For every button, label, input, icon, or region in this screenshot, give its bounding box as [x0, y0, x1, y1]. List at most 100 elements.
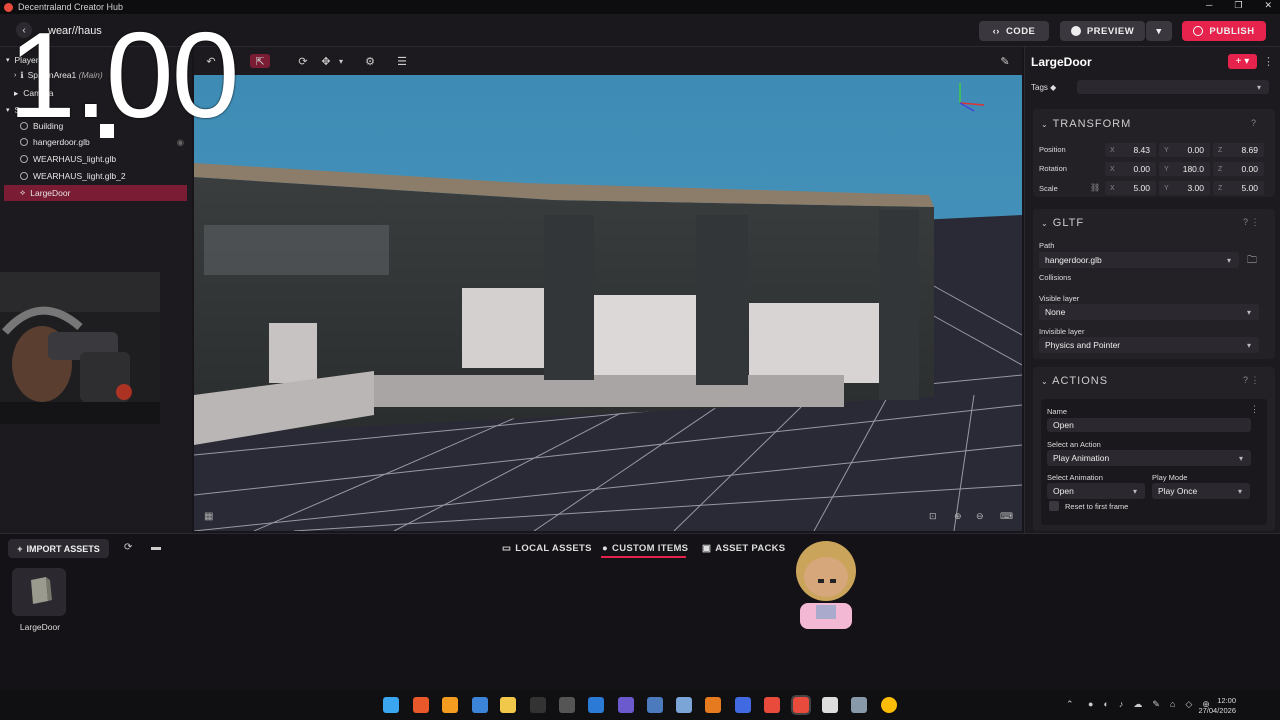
clock-time: 12:00 — [1217, 696, 1236, 705]
path-select[interactable]: hangerdoor.glb ▾ — [1039, 252, 1239, 268]
file-explorer-icon[interactable] — [500, 697, 516, 713]
invisible-layer-label: Invisible layer — [1039, 327, 1085, 336]
focus-icon[interactable]: ⊡ — [929, 511, 937, 522]
chrome-icon[interactable] — [881, 697, 897, 713]
tree-label: WEARHAUS_light.glb_2 — [33, 171, 126, 181]
asset-tile[interactable] — [12, 568, 66, 616]
rotation-y-input[interactable]: Y 180.0 — [1159, 162, 1210, 176]
action-type-select[interactable]: Play Animation ▾ — [1047, 450, 1251, 466]
move-tool-icon[interactable]: ✥ — [318, 54, 334, 68]
actions-title[interactable]: ⌄ ACTIONS — [1041, 375, 1108, 387]
action-name-input[interactable]: Open — [1047, 418, 1251, 432]
entity-name: LargeDoor — [1031, 55, 1092, 69]
scale-y-input[interactable]: Y 3.00 — [1159, 181, 1210, 195]
rotate-tool-icon[interactable]: ⟳ — [295, 54, 311, 68]
tray-chevron-icon[interactable]: ⌃ — [1066, 699, 1074, 710]
terminal-icon[interactable] — [559, 697, 575, 713]
pencil-icon[interactable]: ✎ — [997, 54, 1013, 68]
webcam-overlay — [0, 272, 160, 424]
link-scale-icon[interactable]: ⛓ — [1090, 183, 1100, 192]
inspector-panel: LargeDoor + ▾ ⋮ Tags ◆ ▾ ⌄ TRANSFORM ? P… — [1024, 47, 1280, 533]
folder-open-icon[interactable]: 🗀 — [1247, 253, 1257, 270]
position-z-input[interactable]: Z 8.69 — [1213, 143, 1264, 157]
gear-icon[interactable]: ⚙ — [362, 54, 378, 68]
tree-item-light-1[interactable]: WEARHAUS_light.glb — [0, 151, 192, 167]
blender-icon[interactable] — [705, 697, 721, 713]
maximize-button[interactable]: ❐ — [1234, 0, 1242, 11]
tab-asset-packs[interactable]: ▣ ASSET PACKS — [702, 543, 785, 554]
publish-icon — [1193, 26, 1204, 36]
help-icon[interactable]: ? ⋮ — [1243, 217, 1260, 228]
select-animation-label: Select Animation — [1047, 473, 1103, 482]
plus-icon: + — [17, 543, 23, 554]
tree-item-largedoor[interactable]: ⟡ LargeDoor — [4, 185, 187, 201]
code-icon: ‹› — [992, 25, 1000, 37]
vscode-icon[interactable] — [588, 697, 604, 713]
transform-title[interactable]: ⌄ TRANSFORM — [1041, 118, 1131, 130]
visible-layer-select[interactable]: None ▾ — [1039, 304, 1259, 320]
tree-item-light-2[interactable]: WEARHAUS_light.glb_2 — [0, 168, 192, 184]
publish-label: PUBLISH — [1209, 25, 1255, 37]
tab-local-assets[interactable]: ▭ LOCAL ASSETS — [502, 543, 592, 554]
notepad-icon[interactable] — [530, 697, 546, 713]
app-icon[interactable] — [851, 697, 867, 713]
keyboard-icon[interactable]: ⌨ — [1000, 511, 1013, 522]
preview-label: PREVIEW — [1086, 25, 1135, 37]
rotation-x-input[interactable]: X 0.00 — [1105, 162, 1156, 176]
position-x-input[interactable]: X 8.43 — [1105, 143, 1156, 157]
animation-select[interactable]: Open ▾ — [1047, 483, 1145, 499]
app-icon[interactable] — [735, 697, 751, 713]
close-window-button[interactable]: ✕ — [1264, 0, 1272, 11]
app-icon[interactable] — [764, 697, 780, 713]
search-app-icon[interactable] — [442, 697, 458, 713]
zoom-out-icon[interactable]: ⊖ — [976, 511, 984, 522]
rotation-label: Rotation — [1039, 164, 1067, 173]
white-square — [100, 124, 114, 138]
help-icon[interactable]: ? ⋮ — [1243, 375, 1260, 386]
code-button[interactable]: ‹› CODE — [979, 21, 1049, 41]
scale-z-input[interactable]: Z 5.00 — [1213, 181, 1264, 195]
select-tool-icon[interactable]: ⇱ — [250, 54, 270, 68]
app-icon[interactable] — [676, 697, 692, 713]
app-icon[interactable] — [472, 697, 488, 713]
folder-icon: ▭ — [502, 543, 512, 554]
position-y-input[interactable]: Y 0.00 — [1159, 143, 1210, 157]
door-icon: ⟡ — [20, 188, 26, 197]
tool-dropdown-icon[interactable]: ▾ — [336, 54, 346, 68]
scale-x-input[interactable]: X 5.00 — [1105, 181, 1156, 195]
preview-button[interactable]: PREVIEW — [1060, 21, 1145, 41]
add-component-button[interactable]: + ▾ — [1228, 54, 1257, 69]
brave-icon[interactable] — [413, 697, 429, 713]
folder-icon[interactable]: ▬ — [151, 542, 161, 553]
app-icon[interactable] — [647, 697, 663, 713]
decentraland-icon[interactable] — [791, 695, 811, 715]
play-mode-select[interactable]: Play Once ▾ — [1152, 483, 1250, 499]
gltf-title[interactable]: ⌄ GLTF — [1041, 217, 1084, 229]
rotation-z-input[interactable]: Z 0.00 — [1213, 162, 1264, 176]
windows-start-icon[interactable] — [383, 697, 399, 713]
preview-dropdown-button[interactable]: ▾ — [1146, 21, 1172, 41]
clock-date: 27/04/2026 — [1198, 705, 1236, 715]
minimize-button[interactable]: ─ — [1206, 0, 1212, 11]
taskbar-clock[interactable]: 12:00 27/04/2026 — [1198, 696, 1236, 716]
zoom-in-icon[interactable]: ⊕ — [954, 511, 962, 522]
reset-checkbox[interactable] — [1049, 501, 1059, 511]
action-more-icon[interactable]: ⋮ — [1250, 404, 1259, 415]
tags-label: Tags ◆ — [1031, 83, 1057, 92]
tab-custom-items[interactable]: ● CUSTOM ITEMS — [602, 543, 688, 554]
invisible-layer-select[interactable]: Physics and Pointer ▾ — [1039, 337, 1259, 353]
tags-select[interactable]: ▾ — [1077, 80, 1269, 94]
refresh-icon[interactable]: ⟳ — [124, 542, 132, 553]
import-assets-button[interactable]: + IMPORT ASSETS — [8, 539, 109, 558]
grid-toggle-icon[interactable]: ▦ — [204, 511, 213, 522]
layers-icon[interactable]: ☰ — [394, 54, 410, 68]
asset-label: LargeDoor — [19, 622, 61, 632]
app-icon[interactable] — [822, 697, 838, 713]
caret-down-icon: ▾ — [1156, 25, 1162, 37]
help-icon[interactable]: ? — [1251, 118, 1256, 128]
scale-label: Scale — [1039, 184, 1058, 193]
more-icon[interactable]: ⋮ — [1263, 55, 1274, 68]
scene-viewport[interactable]: ▦ ⊡ ⊕ ⊖ ⌨ — [194, 75, 1022, 531]
publish-button[interactable]: PUBLISH — [1182, 21, 1266, 41]
app-icon[interactable] — [618, 697, 634, 713]
